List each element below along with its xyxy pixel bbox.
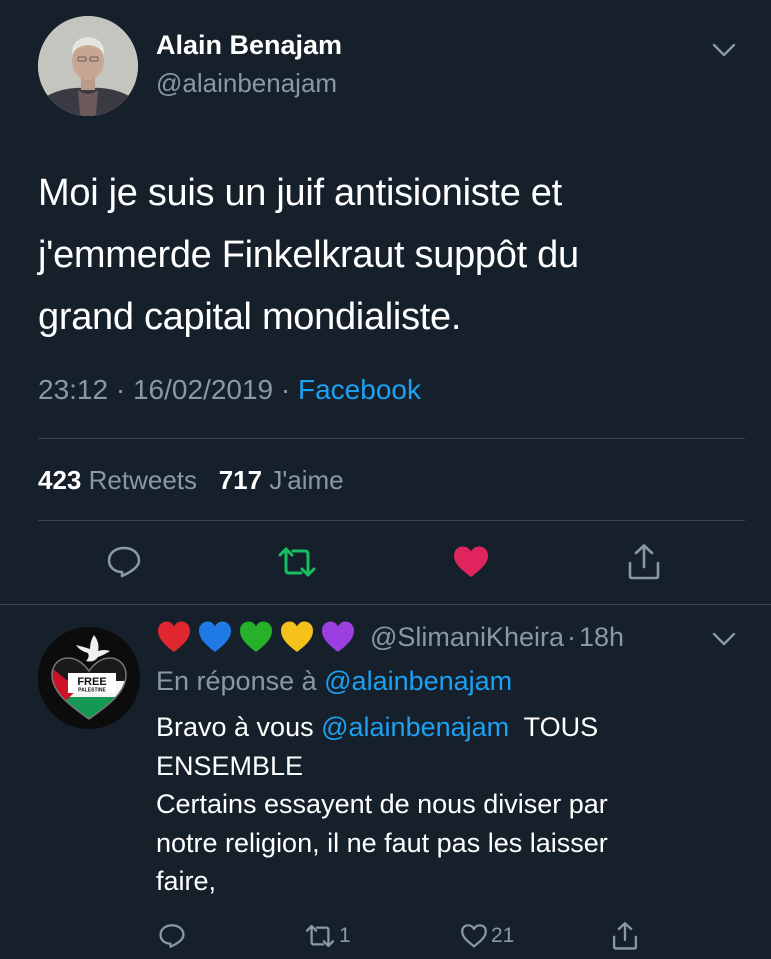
tweet-detail-screen: Alain Benajam @alainbenajam Moi je suis … — [0, 0, 771, 959]
reply-text-line: faire, — [156, 866, 217, 896]
like-stat[interactable]: 717 J'aime — [219, 465, 344, 495]
in-reply-mention-link[interactable]: @alainbenajam — [324, 666, 512, 696]
reply-mention-link[interactable]: @alainbenajam — [321, 712, 509, 742]
reply-text-line: Certains essayent de nous diviser par — [156, 789, 608, 819]
like-button[interactable] — [451, 542, 491, 582]
tweet-text-line: Moi je suis un juif antisioniste et — [38, 172, 562, 214]
avatar-free-text: FREE — [77, 676, 106, 688]
tweet-stats: 423 Retweets 717 J'aime — [38, 465, 344, 496]
retweet-stat[interactable]: 423 Retweets — [38, 465, 197, 495]
divider — [0, 604, 771, 605]
meta-separator: · — [115, 374, 126, 405]
reply-share-button[interactable] — [611, 919, 639, 953]
meta-separator: · — [280, 374, 291, 405]
share-icon — [628, 544, 660, 580]
heart-filled-icon — [454, 546, 488, 577]
tweet-text: Moi je suis un juif antisioniste et j'em… — [38, 162, 738, 348]
reply-separator: · — [566, 621, 576, 652]
reply-retweet-count: 1 — [339, 924, 351, 947]
reply-time: 18h — [578, 621, 625, 652]
reply-text-after-mention: TOUS — [523, 712, 599, 742]
author-handle[interactable]: @alainbenajam — [156, 68, 337, 99]
like-label: J'aime — [269, 465, 344, 495]
tweet-date: 16/02/2019 — [132, 374, 274, 405]
author-photo — [38, 16, 138, 116]
divider — [38, 438, 745, 439]
chevron-down-icon[interactable] — [711, 631, 737, 647]
retweet-icon — [305, 924, 335, 948]
blue-heart-icon — [199, 621, 231, 652]
purple-heart-icon — [322, 621, 354, 652]
share-button[interactable] — [624, 542, 664, 582]
retweet-icon — [278, 547, 316, 577]
author-avatar[interactable] — [38, 16, 138, 116]
reply-like-count: 21 — [491, 924, 515, 947]
reply-text-start: Bravo à vous — [156, 712, 314, 742]
reply-text-line: ENSEMBLE — [156, 750, 304, 781]
reply-button[interactable] — [104, 542, 144, 582]
reply-text-line: Bravo à vous @alainbenajam TOUS — [156, 708, 716, 747]
reply-reply-button[interactable] — [158, 919, 186, 953]
reply-header: @SlimaniKheira · 18h — [156, 620, 624, 654]
free-palestine-logo: FREE PALESTINE — [38, 627, 140, 729]
in-reply-prefix: En réponse à — [156, 666, 317, 696]
heart-outline-icon — [461, 924, 487, 948]
chevron-down-icon[interactable] — [711, 42, 737, 58]
retweet-count: 423 — [38, 465, 82, 495]
display-name-emojis[interactable] — [156, 620, 356, 654]
tweet-source-link[interactable]: Facebook — [298, 374, 421, 405]
yellow-heart-icon — [281, 621, 313, 652]
author-name[interactable]: Alain Benajam — [156, 30, 342, 61]
green-heart-icon — [240, 621, 272, 652]
comment-icon — [107, 546, 141, 578]
tweet-text-line: j'emmerde Finkelkraut suppôt du — [38, 234, 579, 276]
in-reply-to: En réponse à @alainbenajam — [156, 666, 512, 697]
red-heart-icon — [158, 621, 190, 652]
tweet-time: 23:12 — [38, 374, 109, 405]
tweet-meta: 23:12 · 16/02/2019 · Facebook — [38, 374, 421, 406]
reply-retweet-button[interactable]: 1 — [304, 919, 351, 953]
like-count: 717 — [218, 465, 263, 495]
avatar-palestine-text: PALESTINE — [78, 688, 106, 694]
reply-avatar[interactable]: FREE PALESTINE — [38, 627, 140, 729]
divider — [38, 520, 745, 521]
reply-handle[interactable]: @SlimaniKheira — [370, 622, 564, 653]
tweet-text-line: grand capital mondialiste. — [38, 296, 462, 338]
share-icon — [612, 922, 638, 950]
retweet-label: Retweets — [88, 465, 198, 495]
reply-text-line: notre religion, il ne faut pas les laiss… — [156, 827, 608, 858]
reply-like-button[interactable]: 21 — [460, 919, 514, 953]
comment-icon — [159, 924, 185, 948]
retweet-button[interactable] — [277, 542, 317, 582]
reply-text: Bravo à vous @alainbenajam TOUS ENSEMBLE… — [156, 708, 716, 901]
